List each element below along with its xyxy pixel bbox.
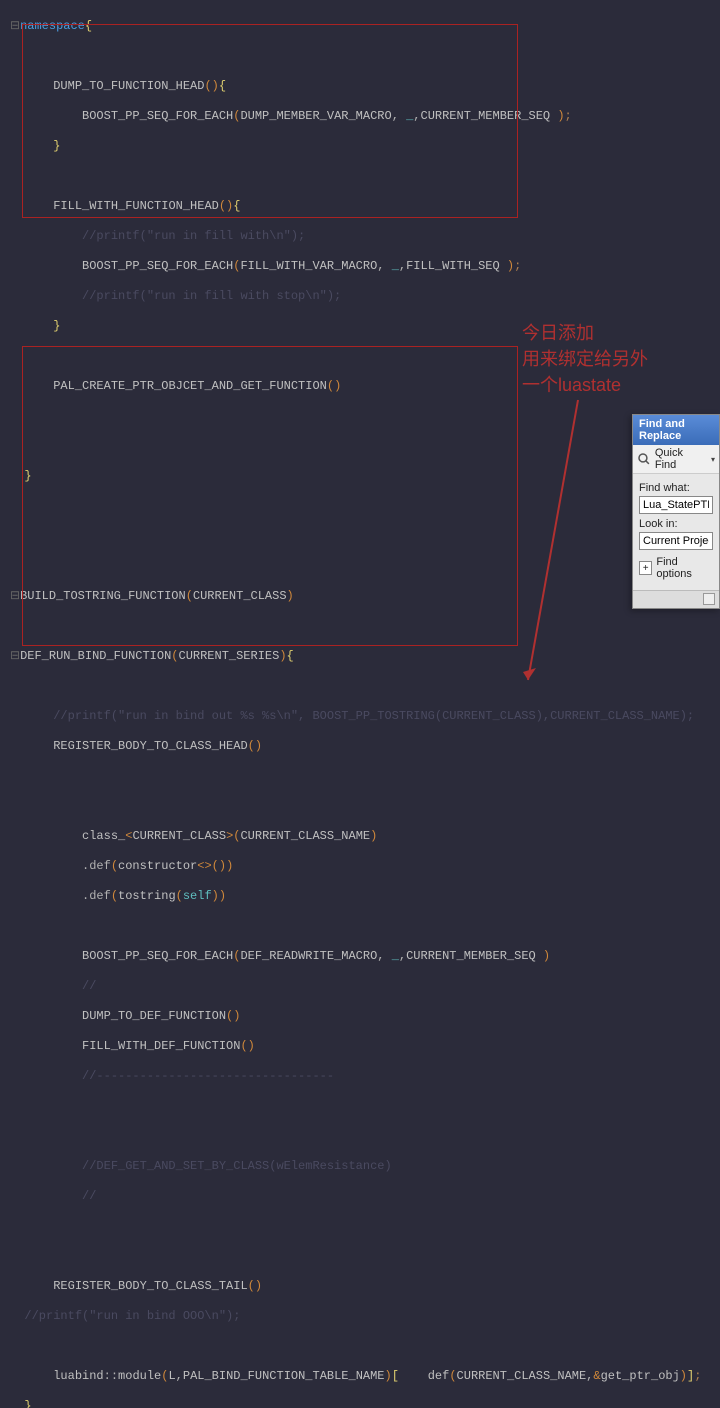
find-panel-title: Find and Replace: [633, 415, 719, 445]
find-what-label: Find what:: [639, 482, 713, 494]
macro-dump-def: DUMP_TO_DEF_FUNCTION: [82, 1009, 226, 1023]
macro-register-tail: REGISTER_BODY_TO_CLASS_TAIL: [53, 1279, 247, 1293]
look-in-label: Look in:: [639, 518, 713, 530]
highlight-box-1: [22, 24, 518, 218]
macro-register-head: REGISTER_BODY_TO_CLASS_HEAD: [53, 739, 247, 753]
find-replace-panel[interactable]: Find and Replace Quick Find▾ Find what: …: [632, 414, 720, 609]
macro-fill-def: FILL_WITH_DEF_FUNCTION: [82, 1039, 240, 1053]
look-in-select[interactable]: [639, 532, 713, 550]
find-toolbar[interactable]: Quick Find ▾: [633, 445, 719, 474]
chevron-down-icon[interactable]: ▾: [711, 455, 715, 464]
find-options-label: Find options: [656, 556, 713, 580]
annotation-text: 今日添加 用来绑定给另外 一个luastate: [522, 320, 648, 398]
find-what-input[interactable]: [639, 496, 713, 514]
find-footer: [633, 590, 719, 608]
expand-options-button[interactable]: +: [639, 561, 652, 575]
highlight-box-2: [22, 346, 518, 646]
macro-def-run-bind: DEF_RUN_BIND_FUNCTION: [20, 649, 171, 663]
find-footer-button[interactable]: [703, 593, 715, 605]
quick-find-label[interactable]: Quick Find: [655, 447, 707, 471]
search-icon: [637, 452, 651, 466]
